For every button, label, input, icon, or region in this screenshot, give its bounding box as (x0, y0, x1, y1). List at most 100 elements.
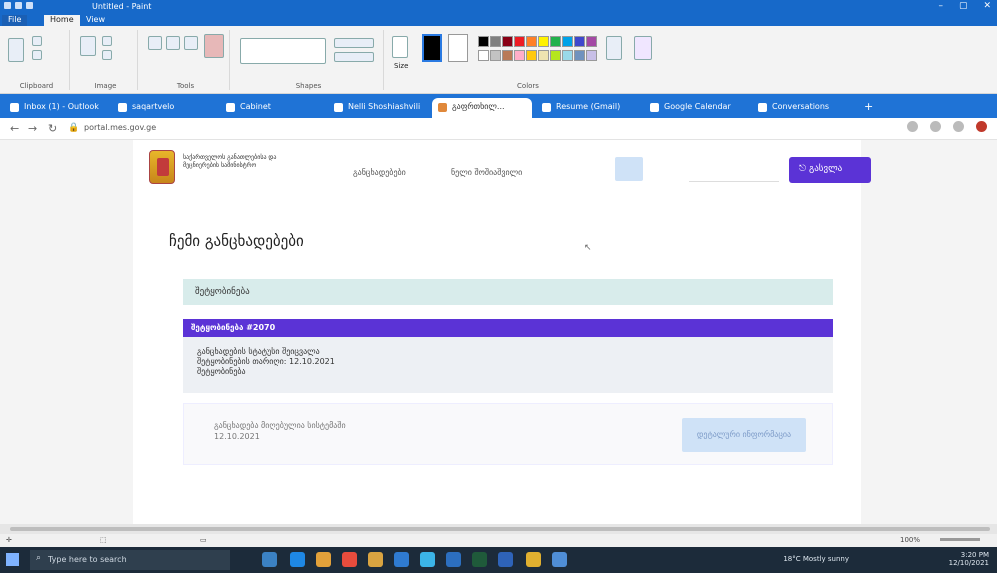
mail-icon[interactable] (420, 552, 435, 567)
tab-view[interactable]: View (80, 15, 111, 26)
logout-button[interactable]: ⎋ გასვლა (789, 157, 871, 183)
outlook-icon[interactable] (498, 552, 513, 567)
text-icon[interactable] (184, 36, 198, 50)
color-indigo[interactable] (574, 36, 585, 47)
site-header: საქართველოს განათლებისა და მეცნიერების ს… (133, 140, 871, 198)
close-icon[interactable]: ✕ (983, 1, 991, 11)
undo-icon[interactable] (15, 2, 22, 9)
taskbar-search-input[interactable]: Type here to search (30, 550, 230, 570)
paint-icon[interactable] (526, 552, 541, 567)
redo-icon[interactable] (26, 2, 33, 9)
reload-icon[interactable]: ↻ (48, 122, 57, 135)
task-view-icon[interactable] (262, 552, 277, 567)
paint3d-icon[interactable] (634, 36, 652, 60)
browser-tab[interactable]: Inbox (1) - Outlook (4, 98, 108, 118)
scrollbar-thumb[interactable] (10, 527, 990, 531)
fill-icon[interactable] (166, 36, 180, 50)
puzzle-icon[interactable] (953, 121, 964, 132)
color-bluegray[interactable] (574, 50, 585, 61)
coat-of-arms-logo[interactable] (149, 150, 175, 184)
url-field[interactable]: portal.mes.gov.ge (84, 123, 156, 132)
select-icon[interactable] (80, 36, 96, 56)
tab-file[interactable]: File (2, 15, 28, 26)
application-item: განცხადება მიღებულია სისტემაში 12.10.202… (183, 403, 833, 465)
color-orange[interactable] (526, 36, 537, 47)
store-icon[interactable] (394, 552, 409, 567)
browser-tab[interactable]: Google Calendar (644, 98, 748, 118)
edit-colors-icon[interactable] (606, 36, 622, 60)
clock-time[interactable]: 3:20 PM (949, 551, 989, 559)
zoom-slider[interactable] (940, 538, 980, 541)
browser-tab[interactable]: Resume (Gmail) (536, 98, 640, 118)
favicon-icon (758, 103, 767, 112)
color-pink[interactable] (514, 50, 525, 61)
favicon-icon (226, 103, 235, 112)
color-gray[interactable] (490, 36, 501, 47)
color-yellow[interactable] (538, 36, 549, 47)
color-darkred[interactable] (502, 36, 513, 47)
opera-icon[interactable] (342, 552, 357, 567)
color-green[interactable] (550, 36, 561, 47)
word-icon[interactable] (446, 552, 461, 567)
back-icon[interactable]: ← (10, 122, 19, 135)
resize-icon[interactable] (102, 50, 112, 60)
shapes-gallery[interactable] (240, 38, 326, 64)
browser-tab[interactable]: Cabinet (220, 98, 324, 118)
color1-swatch[interactable] (422, 34, 442, 62)
weather-widget[interactable]: 18°C Mostly sunny (783, 555, 849, 563)
file-explorer-icon[interactable] (368, 552, 383, 567)
brushes-icon[interactable] (204, 34, 224, 58)
color-lightgray[interactable] (490, 50, 501, 61)
browser-tab-active[interactable]: გაფრთხილ... (432, 98, 532, 118)
color-red[interactable] (514, 36, 525, 47)
browser-tab[interactable]: Conversations (752, 98, 856, 118)
color-white[interactable] (478, 50, 489, 61)
horizontal-scrollbar[interactable] (0, 524, 997, 534)
color-turquoise[interactable] (562, 36, 573, 47)
app-icon[interactable] (552, 552, 567, 567)
browser-tab[interactable]: Nelli Shoshiashvili (328, 98, 432, 118)
paste-icon[interactable] (8, 38, 24, 62)
color-lavender[interactable] (586, 50, 597, 61)
section-header[interactable]: შეტყობინება (183, 279, 833, 305)
profile-avatar[interactable] (976, 121, 987, 132)
pencil-icon[interactable] (148, 36, 162, 50)
excel-icon[interactable] (472, 552, 487, 567)
outline-icon[interactable] (334, 38, 374, 48)
user-name[interactable]: ნელი შოშიაშვილი (451, 168, 522, 177)
window-controls: – ▢ ✕ (938, 1, 991, 11)
browser-tab[interactable]: saqartvelo (112, 98, 216, 118)
chrome-icon[interactable] (316, 552, 331, 567)
window-title: Untitled - Paint (92, 2, 152, 11)
color-cream[interactable] (538, 50, 549, 61)
color-black[interactable] (478, 36, 489, 47)
fill-shape-icon[interactable] (334, 52, 374, 62)
forward-icon[interactable]: → (28, 122, 37, 135)
notification-line: შეტყობინება (197, 367, 246, 376)
size-icon[interactable] (392, 36, 408, 58)
save-icon[interactable] (4, 2, 11, 9)
header-search-input[interactable] (689, 158, 779, 182)
edge-icon[interactable] (290, 552, 305, 567)
header-action-button[interactable] (615, 157, 643, 181)
minimize-icon[interactable]: – (938, 1, 943, 11)
crop-icon[interactable] (102, 36, 112, 46)
star-icon[interactable] (930, 121, 941, 132)
color-lime[interactable] (550, 50, 561, 61)
details-button[interactable]: დეტალური ინფორმაცია (682, 418, 806, 452)
color-gold[interactable] (526, 50, 537, 61)
color2-swatch[interactable] (448, 34, 468, 62)
color-brown[interactable] (502, 50, 513, 61)
color-lightblue[interactable] (562, 50, 573, 61)
clock-date[interactable]: 12/10/2021 (949, 559, 989, 567)
maximize-icon[interactable]: ▢ (959, 1, 968, 11)
windows-start-icon[interactable] (6, 553, 19, 566)
browser-toolbar-icons (907, 121, 987, 132)
new-tab-icon[interactable]: + (864, 100, 873, 113)
extension-icon[interactable] (907, 121, 918, 132)
cut-icon[interactable] (32, 36, 42, 46)
nav-link-applications[interactable]: განცხადებები (353, 168, 406, 177)
copy-icon[interactable] (32, 50, 42, 60)
color-purple[interactable] (586, 36, 597, 47)
tab-home[interactable]: Home (44, 15, 80, 26)
